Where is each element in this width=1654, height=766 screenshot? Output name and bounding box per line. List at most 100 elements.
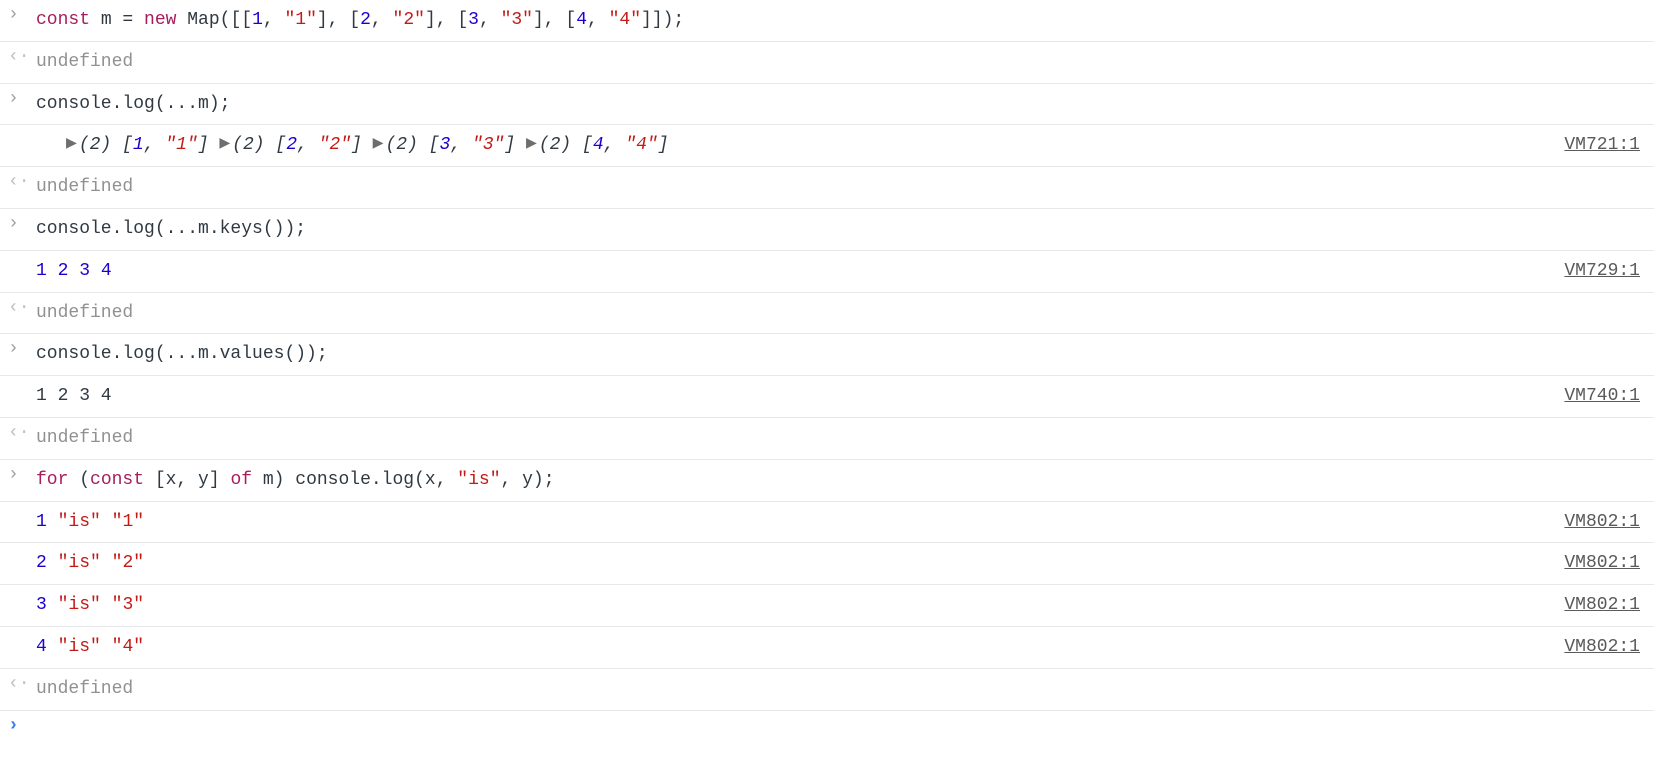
code-token: 3 xyxy=(468,10,479,30)
log-number: 3 xyxy=(36,595,47,615)
code-token: console.log(...m.values()); xyxy=(36,344,328,364)
console-log-output: 2 "is" "2" xyxy=(36,549,1564,578)
console-input: console.log(...m.keys()); xyxy=(36,215,1646,244)
array-length: (2) xyxy=(232,135,275,155)
console-log-output: ▶(2) [1, "1"] ▶(2) [2, "2"] ▶(2) [3, "3"… xyxy=(36,131,1564,160)
console-row: ›console.log(...m); xyxy=(0,84,1654,126)
console-input: const m = new Map([[1, "1"], [2, "2"], [… xyxy=(36,6,1646,35)
log-text: 1 2 3 4 xyxy=(36,386,112,406)
array-length: (2) xyxy=(79,135,122,155)
console-return: undefined xyxy=(36,299,1646,328)
log-number: 1 xyxy=(133,135,144,155)
console-row: ‹· undefined xyxy=(0,669,1654,711)
code-token: [x, y] xyxy=(144,470,230,490)
source-link[interactable]: VM802:1 xyxy=(1564,508,1646,537)
log-number: 2 xyxy=(58,261,69,281)
log-number: 3 xyxy=(79,261,90,281)
log-string: "1" xyxy=(112,512,144,532)
log-number: 1 xyxy=(36,261,47,281)
log-string: "2" xyxy=(112,553,144,573)
undefined-value: undefined xyxy=(36,303,133,323)
return-arrow-icon: ‹· xyxy=(8,48,30,66)
console-row: 4 "is" "4"VM802:1 xyxy=(0,627,1654,669)
console-return: undefined xyxy=(36,173,1646,202)
console-return: undefined xyxy=(36,424,1646,453)
return-arrow-icon: ‹· xyxy=(8,675,30,693)
source-link[interactable]: VM802:1 xyxy=(1564,549,1646,578)
console-row: 1 2 3 4VM729:1 xyxy=(0,251,1654,293)
input-marker-icon: › xyxy=(6,340,36,358)
code-token: , y); xyxy=(501,470,555,490)
chevron-right-icon: › xyxy=(8,215,19,233)
log-number: 4 xyxy=(593,135,604,155)
return-marker-icon: ‹· xyxy=(6,48,36,66)
return-marker-icon: ‹· xyxy=(6,675,36,693)
chevron-right-icon: › xyxy=(8,466,19,484)
return-marker-icon: ‹· xyxy=(6,173,36,191)
input-marker-icon: › xyxy=(6,215,36,233)
code-token: of xyxy=(230,470,252,490)
console-row: ‹·undefined xyxy=(0,418,1654,460)
code-token: , xyxy=(587,10,609,30)
console-row: ‹· undefined xyxy=(0,293,1654,335)
input-marker-icon: › xyxy=(6,6,36,24)
undefined-value: undefined xyxy=(36,52,133,72)
chevron-right-icon: › xyxy=(8,6,19,24)
array-length: (2) xyxy=(539,135,582,155)
undefined-value: undefined xyxy=(36,679,133,699)
prompt-marker-icon: › xyxy=(6,717,36,735)
source-link[interactable]: VM721:1 xyxy=(1564,131,1646,160)
expand-triangle-icon[interactable]: ▶ xyxy=(66,131,77,159)
code-token: for xyxy=(36,470,68,490)
code-token: 4 xyxy=(576,10,587,30)
expand-triangle-icon[interactable]: ▶ xyxy=(526,131,537,159)
log-number: 3 xyxy=(440,135,451,155)
code-token: ], [ xyxy=(317,10,360,30)
expand-triangle-icon[interactable]: ▶ xyxy=(219,131,230,159)
source-link[interactable]: VM740:1 xyxy=(1564,382,1646,411)
expand-triangle-icon[interactable]: ▶ xyxy=(373,131,384,159)
console-row: ‹·undefined xyxy=(0,167,1654,209)
code-token: , xyxy=(479,10,501,30)
source-link[interactable]: VM802:1 xyxy=(1564,591,1646,620)
code-token: ], [ xyxy=(533,10,576,30)
log-string: "2" xyxy=(319,135,351,155)
log-number: 2 xyxy=(286,135,297,155)
log-string: "is" xyxy=(58,637,101,657)
code-token: m) console.log(x, xyxy=(252,470,457,490)
code-token: Map([[ xyxy=(176,10,252,30)
code-token: console.log(...m); xyxy=(36,94,230,114)
undefined-value: undefined xyxy=(36,177,133,197)
code-token: 2 xyxy=(360,10,371,30)
return-arrow-icon: ‹· xyxy=(8,299,30,317)
code-token: new xyxy=(144,10,176,30)
log-string: "3" xyxy=(112,595,144,615)
log-string: "1" xyxy=(165,135,197,155)
chevron-right-icon: › xyxy=(8,340,19,358)
input-marker-icon: › xyxy=(6,90,36,108)
log-string: "is" xyxy=(58,512,101,532)
code-token: m = xyxy=(90,10,144,30)
code-token: "1" xyxy=(284,10,316,30)
code-token: , xyxy=(371,10,393,30)
console-log-output: 3 "is" "3" xyxy=(36,591,1564,620)
console-input: console.log(...m.values()); xyxy=(36,340,1646,369)
console-row: › for (const [x, y] of m) console.log(x, … xyxy=(0,460,1654,502)
console-return: undefined xyxy=(36,675,1646,704)
log-string: "is" xyxy=(58,595,101,615)
code-token: console.log(...m.keys()); xyxy=(36,219,306,239)
console-row: › const m = new Map([[1, "1"], [2, "2"], … xyxy=(0,0,1654,42)
source-link[interactable]: VM729:1 xyxy=(1564,257,1646,286)
log-number: 2 xyxy=(36,553,47,573)
log-number: 4 xyxy=(36,637,47,657)
console-input: for (const [x, y] of m) console.log(x, "… xyxy=(36,466,1646,495)
code-token: "3" xyxy=(501,10,533,30)
console-row: › xyxy=(0,711,1654,745)
source-link[interactable]: VM802:1 xyxy=(1564,633,1646,662)
code-token: , xyxy=(263,10,285,30)
log-string: "3" xyxy=(472,135,504,155)
console-input: console.log(...m); xyxy=(36,90,1646,119)
devtools-console: ›const m = new Map([[1, "1"], [2, "2"], … xyxy=(0,0,1654,745)
console-row: › console.log(...m.keys()); xyxy=(0,209,1654,251)
code-token: const xyxy=(90,470,144,490)
